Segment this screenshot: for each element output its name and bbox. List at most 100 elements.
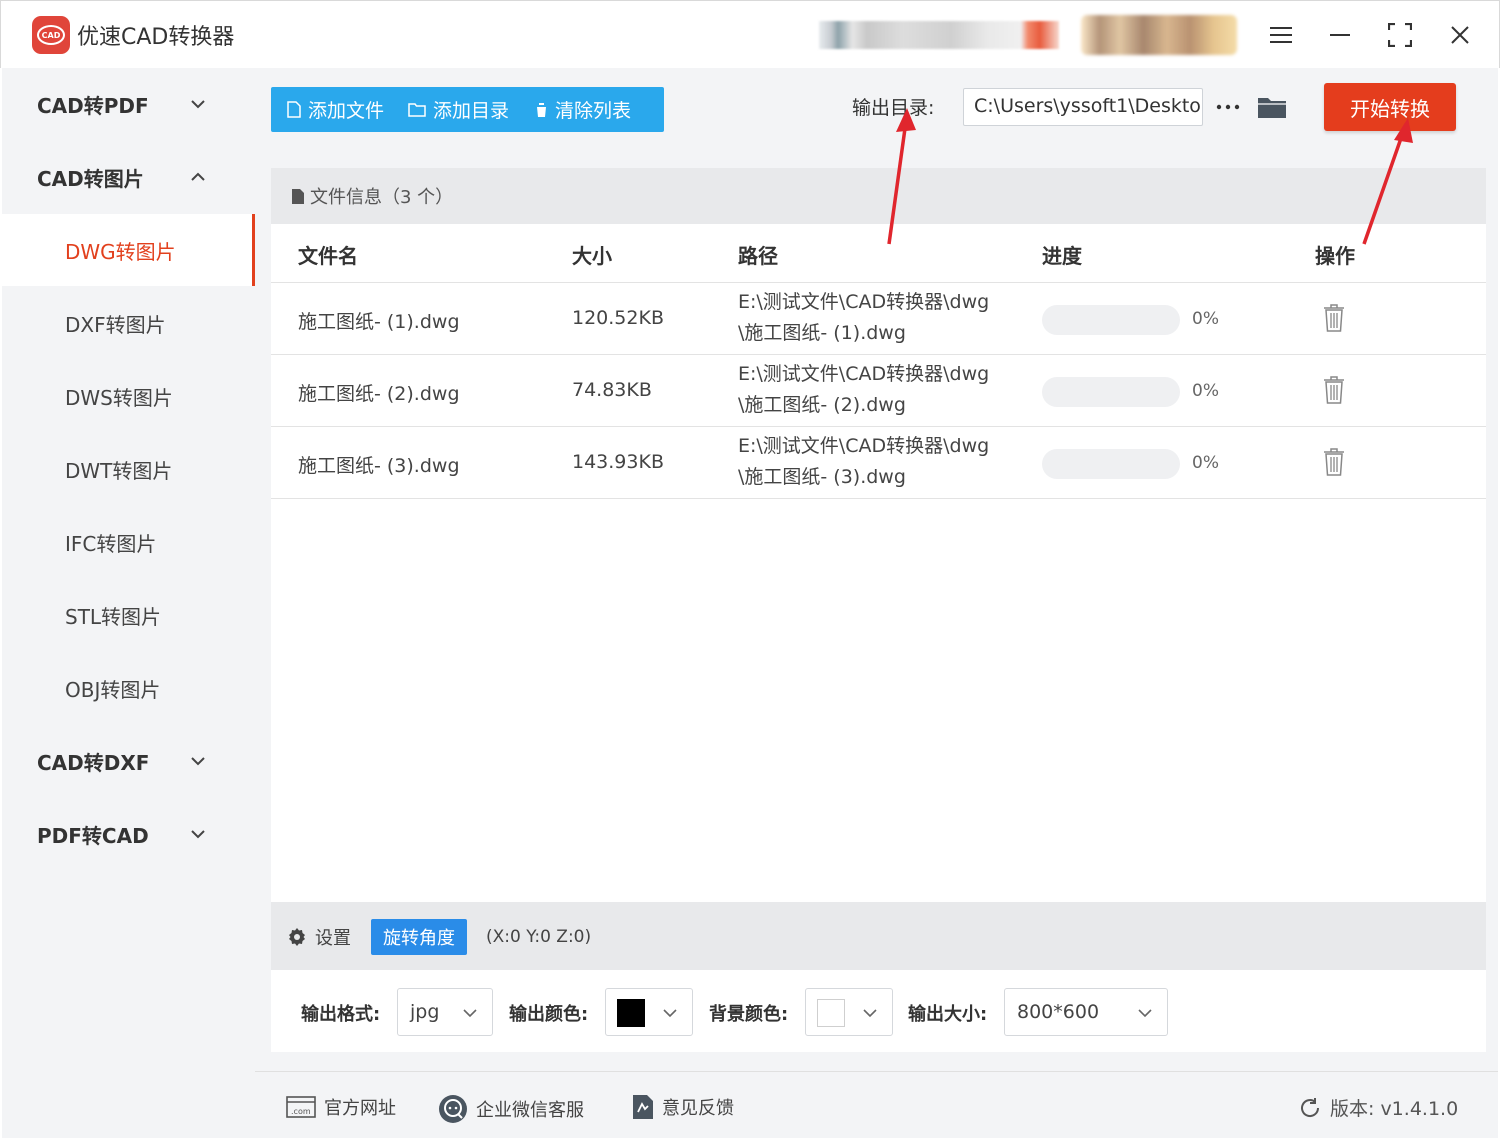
sidebar-group-cad-to-pdf[interactable]: CAD转PDF	[2, 68, 255, 140]
column-header-filename: 文件名	[298, 244, 358, 268]
toolbar-button-group: 添加文件 添加目录 清除列表	[271, 87, 664, 132]
column-header-progress: 进度	[1042, 244, 1082, 268]
ellipsis-icon	[1216, 104, 1240, 110]
delete-icon[interactable]	[1323, 448, 1345, 476]
table-row[interactable]: 施工图纸- (1).dwg 120.52KB E:\测试文件\CAD转换器\dw…	[271, 283, 1486, 355]
add-directory-button[interactable]: 添加目录	[408, 87, 509, 132]
sidebar-item-label: DWS转图片	[65, 385, 173, 410]
gear-icon	[289, 928, 305, 946]
sidebar-item-dws-to-image[interactable]: DWS转图片	[2, 360, 255, 432]
sidebar-item-dwg-to-image[interactable]: DWG转图片	[2, 214, 255, 286]
rotation-values: (X:0 Y:0 Z:0)	[486, 927, 592, 947]
wechat-service-link[interactable]: 企业微信客服	[438, 1094, 584, 1124]
chevron-down-icon	[191, 830, 205, 839]
chevron-down-icon	[663, 1009, 677, 1018]
sidebar-group-label: CAD转图片	[37, 166, 144, 191]
file-name: 施工图纸- (2).dwg	[298, 383, 460, 405]
folder-icon	[1258, 98, 1286, 118]
column-header-path: 路径	[738, 244, 778, 268]
output-color-label: 输出颜色:	[509, 1004, 589, 1025]
footer: .com 官方网址 企业微信客服 意见反馈 版本: v1.4.1.0	[255, 1071, 1498, 1138]
sidebar-group-cad-to-dxf[interactable]: CAD转DXF	[2, 725, 255, 797]
sidebar-group-label: CAD转DXF	[37, 750, 150, 775]
feedback-icon	[633, 1095, 653, 1119]
sidebar-item-ifc-to-image[interactable]: IFC转图片	[2, 506, 255, 578]
file-info-text: 文件信息（3 个）	[310, 187, 454, 208]
output-color-swatch	[617, 999, 645, 1027]
app-title: 优速CAD转换器	[77, 25, 235, 50]
sidebar-item-obj-to-image[interactable]: OBJ转图片	[2, 652, 255, 724]
progress-text: 0%	[1192, 453, 1219, 473]
table-row[interactable]: 施工图纸- (2).dwg 74.83KB E:\测试文件\CAD转换器\dwg…	[271, 355, 1486, 427]
website-icon: .com	[286, 1096, 316, 1118]
sidebar-item-label: DWT转图片	[65, 458, 173, 483]
start-conversion-button[interactable]: 开始转换	[1324, 83, 1456, 131]
file-name: 施工图纸- (1).dwg	[298, 311, 460, 333]
output-format-select[interactable]: jpg	[397, 988, 493, 1036]
refresh-icon	[1301, 1097, 1320, 1117]
trash-icon	[536, 102, 548, 117]
sidebar-item-dwt-to-image[interactable]: DWT转图片	[2, 433, 255, 505]
output-directory-field[interactable]: C:\Users\yssoft1\Desktop	[963, 88, 1203, 126]
blurred-account-info	[819, 21, 1059, 49]
output-directory-label: 输出目录:	[852, 97, 935, 119]
column-header-actions: 操作	[1315, 244, 1355, 268]
delete-icon[interactable]	[1323, 376, 1345, 404]
output-color-select[interactable]	[605, 988, 693, 1036]
rotation-angle-button[interactable]: 旋转角度	[371, 919, 467, 955]
add-directory-label: 添加目录	[433, 100, 510, 122]
sidebar-group-label: PDF转CAD	[37, 823, 149, 848]
output-size-select[interactable]: 800*600	[1004, 988, 1168, 1036]
file-icon	[287, 101, 301, 118]
file-path: E:\测试文件\CAD转换器\dwg\施工图纸- (3).dwg	[738, 435, 990, 488]
maximize-icon[interactable]	[1380, 15, 1420, 55]
wechat-service-label: 企业微信客服	[476, 1100, 584, 1121]
chevron-down-icon	[863, 1009, 877, 1018]
delete-icon[interactable]	[1323, 304, 1345, 332]
background-color-select[interactable]	[805, 988, 893, 1036]
settings-toggle[interactable]: 设置	[287, 924, 351, 950]
blurred-user-badge	[1081, 15, 1237, 55]
close-icon[interactable]	[1440, 15, 1480, 55]
file-info-header: 文件信息（3 个）	[271, 168, 1486, 224]
progress-text: 0%	[1192, 309, 1219, 329]
more-options-button[interactable]	[1213, 88, 1243, 126]
settings-bar: 设置 旋转角度 (X:0 Y:0 Z:0)	[271, 902, 1486, 970]
sidebar-item-label: DWG转图片	[65, 239, 176, 264]
sidebar-group-cad-to-image[interactable]: CAD转图片	[2, 141, 255, 213]
background-color-swatch	[817, 999, 845, 1027]
output-format-label: 输出格式:	[301, 1004, 381, 1025]
column-header-size: 大小	[572, 244, 612, 268]
chevron-down-icon	[191, 100, 205, 109]
sidebar-item-dxf-to-image[interactable]: DXF转图片	[2, 287, 255, 359]
background-color-label: 背景颜色:	[709, 1004, 789, 1025]
app-logo-icon: CAD	[32, 16, 70, 54]
file-path: E:\测试文件\CAD转换器\dwg\施工图纸- (2).dwg	[738, 363, 990, 416]
chat-icon	[439, 1095, 467, 1123]
clear-list-button[interactable]: 清除列表	[535, 87, 631, 132]
chevron-down-icon	[191, 757, 205, 766]
progress-bar	[1042, 305, 1180, 335]
minimize-icon[interactable]	[1320, 15, 1360, 55]
file-path: E:\测试文件\CAD转换器\dwg\施工图纸- (1).dwg	[738, 291, 990, 344]
sidebar-item-label: OBJ转图片	[65, 677, 161, 702]
document-icon	[292, 188, 304, 204]
folder-outline-icon	[408, 103, 426, 117]
add-file-button[interactable]: 添加文件	[287, 87, 384, 132]
official-website-link[interactable]: .com 官方网址	[286, 1094, 396, 1120]
menu-icon[interactable]	[1261, 15, 1301, 55]
feedback-label: 意见反馈	[662, 1098, 734, 1119]
feedback-link[interactable]: 意见反馈	[632, 1094, 734, 1120]
sidebar-group-pdf-to-cad[interactable]: PDF转CAD	[2, 798, 255, 870]
output-size-label: 输出大小:	[908, 1004, 988, 1025]
output-format-value: jpg	[410, 1001, 440, 1023]
open-folder-button[interactable]	[1255, 88, 1289, 126]
settings-label: 设置	[315, 928, 351, 949]
sidebar-item-stl-to-image[interactable]: STL转图片	[2, 579, 255, 651]
progress-bar	[1042, 449, 1180, 479]
file-size: 120.52KB	[572, 307, 664, 329]
version-info: 版本: v1.4.1.0	[1298, 1094, 1458, 1121]
chevron-down-icon	[1138, 1009, 1152, 1018]
table-row[interactable]: 施工图纸- (3).dwg 143.93KB E:\测试文件\CAD转换器\dw…	[271, 427, 1486, 499]
add-file-label: 添加文件	[308, 100, 385, 122]
